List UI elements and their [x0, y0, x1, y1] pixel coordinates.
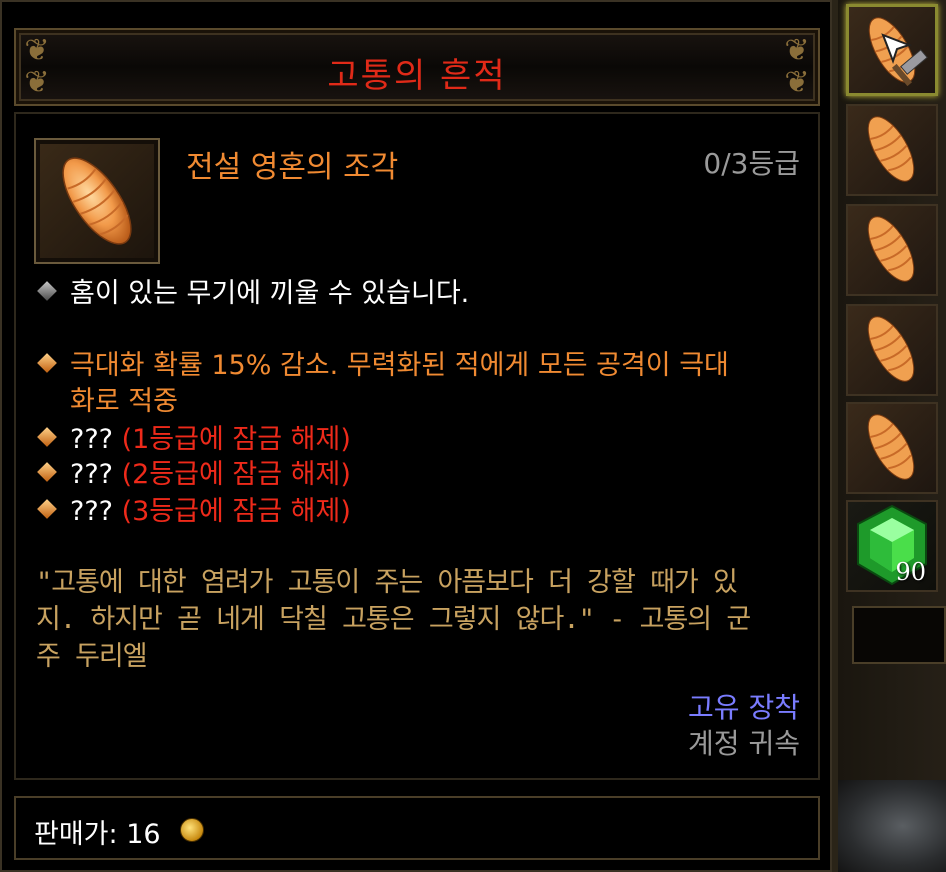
account-bound-text: 계정 귀속	[688, 727, 800, 760]
soul-shard-icon	[867, 316, 915, 382]
soul-shard-icon	[867, 116, 915, 182]
diamond-bullet-icon	[37, 461, 57, 482]
diamond-bullet-icon	[37, 352, 57, 373]
sell-price: 판매가: 16	[34, 819, 161, 850]
stone-decoration	[838, 780, 946, 872]
salvage-hammer-icon	[881, 33, 928, 87]
soul-shard-icon	[62, 157, 132, 245]
empty-inventory-slot[interactable]	[852, 606, 946, 664]
soul-shard-icon	[867, 216, 915, 282]
inventory-slot-soul-shard[interactable]	[846, 4, 938, 96]
item-grade: 0/3등급	[703, 147, 800, 180]
property-line: 극대화 확률 15% 감소. 무력화된 적에게 모든 공격이 극대	[37, 348, 729, 384]
diamond-bullet-icon	[37, 280, 57, 301]
inventory-slot-soul-shard[interactable]	[846, 402, 938, 494]
diamond-bullet-icon	[37, 498, 57, 519]
flavor-text: "고통에 대한 염려가 고통이 주는 아픔보다 더 강할 때가 있 지. 하지만…	[36, 567, 751, 672]
tooltip-title-bar: ❦ ❦ ❦ ❦ 고통의 흔적	[14, 28, 820, 106]
inventory-slot-soul-shard[interactable]	[846, 104, 938, 196]
property-line: 홈이 있는 무기에 끼울 수 있습니다.	[37, 276, 469, 312]
gold-coin-icon	[180, 818, 204, 842]
diamond-bullet-icon	[37, 426, 57, 447]
soul-shard-icon	[867, 414, 915, 480]
inventory-slot-soul-shard[interactable]	[846, 204, 938, 296]
item-icon-frame	[34, 138, 160, 264]
locked-property: ??? (3등급에 잠금 해제)	[37, 494, 351, 530]
item-name: 전설 영혼의 조각	[186, 150, 399, 185]
gem-stack-count: 90	[895, 558, 926, 586]
inventory-slot-emerald[interactable]: 90	[846, 500, 938, 592]
item-title: 고통의 흔적	[327, 56, 507, 96]
binding-text: 고유 장착	[688, 691, 800, 724]
inventory-slot-soul-shard[interactable]	[846, 304, 938, 396]
locked-property: ??? (2등급에 잠금 해제)	[37, 457, 351, 493]
property-line-continuation: 화로 적중	[70, 386, 178, 417]
locked-property: ??? (1등급에 잠금 해제)	[37, 422, 351, 458]
